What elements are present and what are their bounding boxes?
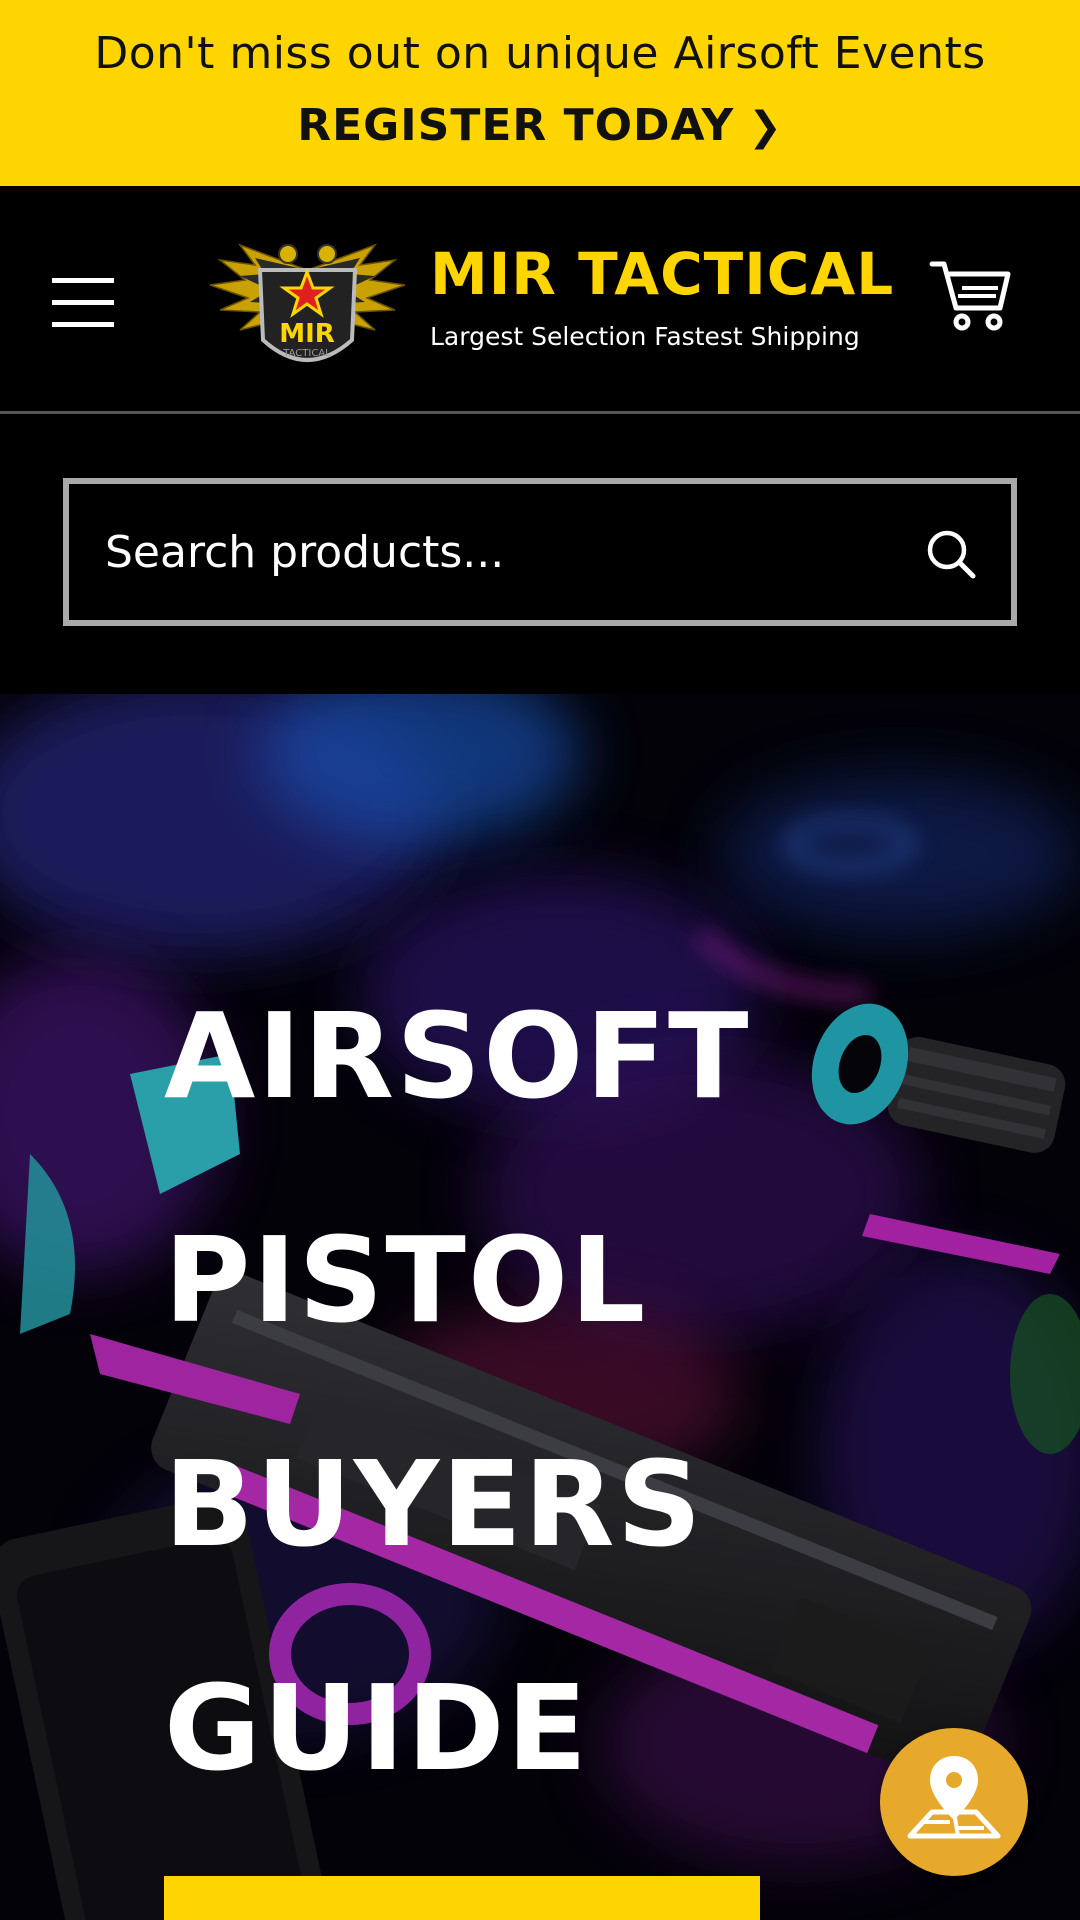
chevron-right-icon: ❯ xyxy=(748,104,783,150)
shopping-cart-icon[interactable] xyxy=(928,252,1014,338)
hero-title-line: AIRSOFT xyxy=(164,987,751,1125)
site-logo-link[interactable]: MIR TACTICAL MIR TACTICAL Largest Select… xyxy=(200,230,893,380)
search-icon[interactable] xyxy=(925,528,977,580)
brand-tagline: Largest Selection Fastest Shipping xyxy=(430,322,860,351)
mir-tactical-emblem-icon: MIR TACTICAL xyxy=(209,243,406,362)
search-area xyxy=(0,414,1080,694)
brand-name: MIR TACTICAL xyxy=(430,240,895,308)
site-header: MIR TACTICAL MIR TACTICAL Largest Select… xyxy=(0,186,1080,414)
announcement-message: Don't miss out on unique Airsoft Events xyxy=(94,28,986,79)
hero-title-line: GUIDE xyxy=(164,1659,590,1797)
store-locator-button[interactable] xyxy=(880,1728,1028,1876)
announcement-bar: Don't miss out on unique Airsoft Events … xyxy=(0,0,1080,186)
register-today-link[interactable]: REGISTER TODAY ❯ xyxy=(0,100,1080,151)
map-location-pin-icon xyxy=(907,1756,1001,1839)
register-today-label: REGISTER TODAY xyxy=(297,100,735,151)
search-box xyxy=(63,478,1017,626)
hamburger-menu-icon[interactable] xyxy=(52,278,114,328)
hero-cta-button[interactable] xyxy=(164,1876,760,1920)
hero-title-line: PISTOL xyxy=(164,1211,648,1349)
hero-title: AIRSOFT PISTOL BUYERS GUIDE xyxy=(164,944,864,1840)
svg-text:MIR: MIR xyxy=(279,319,335,349)
hero-title-line: BUYERS xyxy=(164,1435,704,1573)
svg-text:TACTICAL: TACTICAL xyxy=(282,348,331,359)
search-input[interactable] xyxy=(105,484,865,620)
